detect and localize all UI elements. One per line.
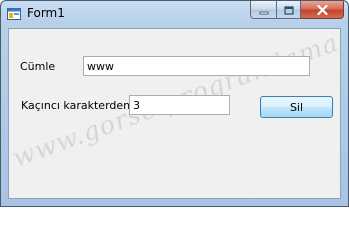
sentence-label: Cümle [20,60,56,73]
index-input[interactable] [129,95,230,115]
close-button[interactable] [301,1,344,19]
delete-button[interactable]: Sil [260,96,333,118]
windows-form-icon[interactable] [7,6,21,20]
minimize-button[interactable] [250,1,276,19]
delete-button-label: Sil [289,100,304,114]
maximize-button[interactable] [276,1,301,19]
index-label: Kaçıncı karakterden [21,99,131,112]
close-icon [316,1,328,19]
minimize-icon [259,1,269,19]
title-bar[interactable]: Form1 [1,1,348,27]
form-client-area: www.gorselprogramlama.com Cümle Kaçıncı … [8,28,342,199]
maximize-icon [283,1,294,19]
window-title: Form1 [27,6,65,20]
app-window: Form1 www.gorselprogramlama.com Cümle ww… [0,0,349,207]
sentence-input[interactable] [83,56,310,76]
